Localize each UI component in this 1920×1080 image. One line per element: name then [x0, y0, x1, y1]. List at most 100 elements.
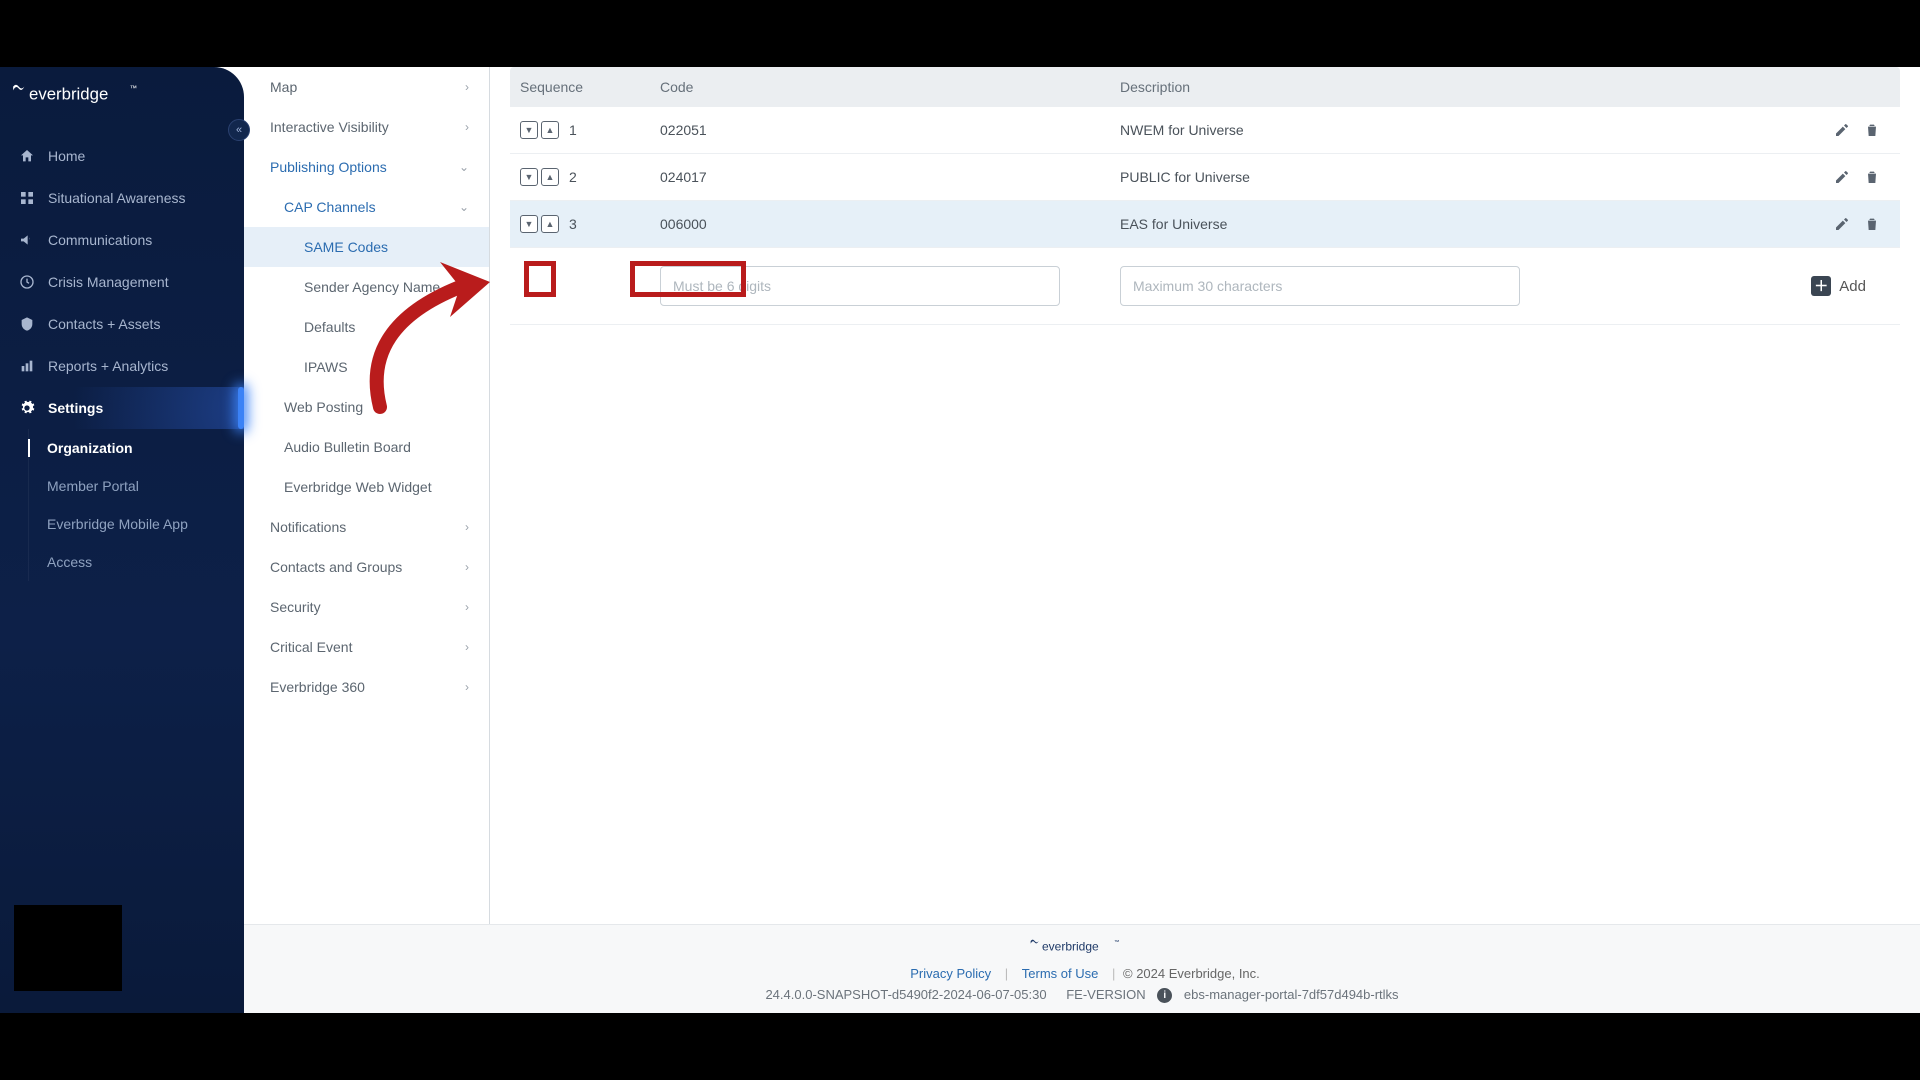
subnav-organization[interactable]: Organization: [29, 429, 244, 467]
chevron-down-icon: ⌄: [459, 160, 469, 174]
edit-icon[interactable]: [1834, 122, 1850, 138]
terms-of-use-link[interactable]: Terms of Use: [1022, 966, 1099, 981]
delete-icon[interactable]: [1864, 122, 1880, 138]
chevron-right-icon: ›: [465, 680, 469, 694]
menu-audio-bulletin-board[interactable]: Audio Bulletin Board: [244, 427, 489, 467]
subnav-access[interactable]: Access: [29, 543, 244, 581]
menu-critical-event[interactable]: Critical Event ›: [244, 627, 489, 667]
menu-security[interactable]: Security ›: [244, 587, 489, 627]
collapse-sidebar-button[interactable]: «: [228, 119, 250, 141]
menu-publishing-options[interactable]: Publishing Options ⌄: [244, 147, 489, 187]
chevron-right-icon: ›: [465, 600, 469, 614]
nav-label: Reports + Analytics: [48, 358, 168, 374]
nav-home[interactable]: Home: [0, 135, 244, 177]
delete-icon[interactable]: [1864, 216, 1880, 232]
chart-icon: [18, 357, 36, 375]
menu-interactive-visibility[interactable]: Interactive Visibility ›: [244, 107, 489, 147]
chevron-right-icon: ›: [465, 560, 469, 574]
description-value: PUBLIC for Universe: [1120, 169, 1580, 185]
menu-label: Everbridge Web Widget: [284, 479, 432, 495]
nav-settings[interactable]: Settings: [0, 387, 244, 429]
menu-web-posting[interactable]: Web Posting: [244, 387, 489, 427]
shield-icon: [18, 315, 36, 333]
nav-situational-awareness[interactable]: Situational Awareness: [0, 177, 244, 219]
menu-label: Contacts and Groups: [270, 559, 402, 575]
nav-communications[interactable]: Communications: [0, 219, 244, 261]
move-up-button[interactable]: ▲: [541, 215, 559, 233]
version-text: 24.4.0.0-SNAPSHOT-d5490f2-2024-06-07-05:…: [765, 987, 1046, 1002]
menu-contacts-and-groups[interactable]: Contacts and Groups ›: [244, 547, 489, 587]
code-value: 024017: [660, 169, 1120, 185]
home-icon: [18, 147, 36, 165]
edit-icon[interactable]: [1834, 216, 1850, 232]
bullhorn-icon: [18, 231, 36, 249]
chevron-right-icon: ›: [465, 120, 469, 134]
clock-icon: [18, 273, 36, 291]
chevron-down-icon: ⌄: [459, 200, 469, 214]
col-code: Code: [660, 79, 1120, 95]
menu-sender-agency-name[interactable]: Sender Agency Name: [244, 267, 489, 307]
table-row: ▼ ▲ 2 024017 PUBLIC for Universe: [510, 154, 1900, 201]
chevron-right-icon: ›: [465, 520, 469, 534]
nav-reports-analytics[interactable]: Reports + Analytics: [0, 345, 244, 387]
chevron-right-icon: ›: [465, 80, 469, 94]
move-down-button[interactable]: ▼: [520, 168, 538, 186]
menu-map[interactable]: Map ›: [244, 67, 489, 107]
sidebar-placeholder-block: [14, 905, 122, 991]
gear-icon: [18, 399, 36, 417]
description-input[interactable]: [1120, 266, 1520, 306]
menu-ipaws[interactable]: IPAWS: [244, 347, 489, 387]
menu-label: Sender Agency Name: [304, 279, 440, 295]
add-label: Add: [1839, 278, 1866, 295]
subnav-member-portal[interactable]: Member Portal: [29, 467, 244, 505]
nav-label: Contacts + Assets: [48, 316, 160, 332]
nav-crisis-management[interactable]: Crisis Management: [0, 261, 244, 303]
main-content: Sequence Code Description ▼ ▲ 1 022051 N…: [490, 67, 1920, 1013]
subnav-everbridge-mobile-app[interactable]: Everbridge Mobile App: [29, 505, 244, 543]
brand-logo: everbridge ™: [0, 67, 244, 115]
menu-notifications[interactable]: Notifications ›: [244, 507, 489, 547]
menu-label: Critical Event: [270, 639, 352, 655]
menu-label: Everbridge 360: [270, 679, 365, 695]
add-button[interactable]: ＋ Add: [1580, 276, 1890, 296]
description-value: NWEM for Universe: [1120, 122, 1580, 138]
menu-defaults[interactable]: Defaults: [244, 307, 489, 347]
info-icon[interactable]: i: [1157, 988, 1172, 1003]
sequence-number: 2: [569, 169, 577, 185]
svg-text:™: ™: [130, 83, 137, 92]
code-value: 006000: [660, 216, 1120, 232]
dashboard-icon: [18, 189, 36, 207]
settings-subnav: Organization Member Portal Everbridge Mo…: [28, 429, 244, 581]
table-row: ▼ ▲ 3 006000 EAS for Universe: [510, 201, 1900, 248]
code-input[interactable]: [660, 266, 1060, 306]
menu-cap-channels[interactable]: CAP Channels ⌄: [244, 187, 489, 227]
menu-label: Interactive Visibility: [270, 119, 389, 135]
edit-icon[interactable]: [1834, 169, 1850, 185]
move-down-button[interactable]: ▼: [520, 121, 538, 139]
menu-label: SAME Codes: [304, 239, 388, 255]
nav-label: Settings: [48, 400, 103, 416]
menu-label: Defaults: [304, 319, 355, 335]
sequence-number: 1: [569, 122, 577, 138]
nav-contacts-assets[interactable]: Contacts + Assets: [0, 303, 244, 345]
nav-label: Communications: [48, 232, 152, 248]
menu-label: Audio Bulletin Board: [284, 439, 411, 455]
table-row: ▼ ▲ 1 022051 NWEM for Universe: [510, 107, 1900, 154]
nav-label: Home: [48, 148, 85, 164]
move-down-button[interactable]: ▼: [520, 215, 538, 233]
menu-label: CAP Channels: [284, 199, 376, 215]
col-description: Description: [1120, 79, 1580, 95]
primary-sidebar: everbridge ™ « Home Situational Awarenes…: [0, 67, 244, 1013]
nav-label: Situational Awareness: [48, 190, 186, 206]
menu-same-codes[interactable]: SAME Codes: [244, 227, 489, 267]
move-up-button[interactable]: ▲: [541, 121, 559, 139]
menu-everbridge-360[interactable]: Everbridge 360 ›: [244, 667, 489, 707]
privacy-policy-link[interactable]: Privacy Policy: [910, 966, 991, 981]
secondary-sidebar: Map › Interactive Visibility › Publishin…: [244, 67, 490, 1013]
chevron-right-icon: ›: [465, 640, 469, 654]
menu-everbridge-web-widget[interactable]: Everbridge Web Widget: [244, 467, 489, 507]
move-up-button[interactable]: ▲: [541, 168, 559, 186]
delete-icon[interactable]: [1864, 169, 1880, 185]
menu-label: Map: [270, 79, 297, 95]
description-value: EAS for Universe: [1120, 216, 1580, 232]
